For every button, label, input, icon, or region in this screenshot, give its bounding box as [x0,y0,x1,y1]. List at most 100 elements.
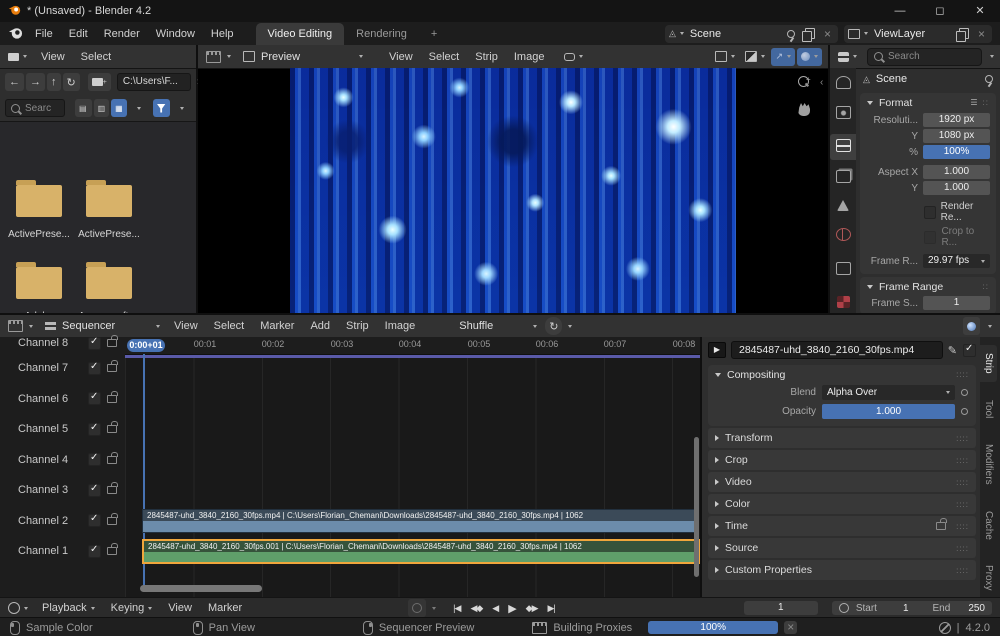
collection-tab[interactable] [830,244,856,278]
color-section[interactable]: Color:::: [708,494,976,514]
compositing-panel-header[interactable]: Compositing :::: [708,365,976,384]
unlock-icon[interactable] [107,364,117,372]
transform-section[interactable]: Transform:::: [708,428,976,448]
properties-search-input[interactable]: Search [867,48,982,66]
playhead-bubble[interactable]: 0:00+01 [127,339,165,352]
channel-visibility-checkbox[interactable] [88,453,101,466]
horizontal-scrollbar[interactable] [140,585,262,592]
frame-rate-dropdown[interactable]: 29.97 fps [923,254,990,268]
channel-visibility-checkbox[interactable] [88,337,101,350]
panel-grip-icon[interactable]: :::: [956,370,969,379]
timeline-menu-marker[interactable]: Marker [200,602,250,614]
unlock-icon[interactable] [107,395,117,403]
display-mode-dropdown[interactable] [741,48,769,66]
preview-editor-type-button[interactable] [202,48,235,66]
channel-visibility-checkbox[interactable] [88,362,101,375]
world-tab[interactable] [830,214,856,244]
frame-range-panel-header[interactable]: Frame Range :: [860,277,996,296]
timeline-editor-type-button[interactable] [4,599,32,617]
scene-selector[interactable]: ◬ Scene × [665,25,838,43]
tab-proxy[interactable]: Proxy [980,557,997,599]
pin-icon[interactable] [787,30,795,38]
frame-start-field[interactable]: 1 [923,296,990,310]
unlock-icon[interactable] [107,486,117,494]
copy-viewlayer-icon[interactable] [959,28,969,39]
sequencer-menu-add[interactable]: Add [302,320,338,332]
panel-grip-icon[interactable]: :::: [956,544,969,553]
jump-to-start-button[interactable]: |◀ [448,603,465,614]
tab-cache[interactable]: Cache [980,503,997,548]
current-frame-field[interactable]: 1 [744,601,818,615]
resolution-percent-slider[interactable]: 100% [923,145,990,159]
menu-help[interactable]: Help [203,28,242,40]
viewlayer-selector[interactable]: ViewLayer × [844,25,992,43]
panel-grip-icon[interactable]: :: [983,98,989,107]
workspace-tab-video-editing[interactable]: Video Editing [256,23,345,45]
workspace-tab-rendering[interactable]: Rendering [344,23,419,45]
render-tab[interactable] [830,92,856,122]
unlink-scene-icon[interactable]: × [821,27,834,41]
crop-region-checkbox[interactable] [924,231,936,244]
format-panel-header[interactable]: Format ☰ :: [860,93,996,112]
scene-properties-tab[interactable] [830,186,856,214]
end-value[interactable]: 250 [968,603,985,614]
preview-menu-select[interactable]: Select [421,51,468,63]
close-button[interactable]: ✕ [960,0,1000,22]
menu-render[interactable]: Render [96,28,148,40]
remove-viewlayer-icon[interactable]: × [975,27,988,41]
blend-dropdown[interactable]: Alpha Over [822,385,955,400]
folder-item[interactable]: ActivePrese... [4,163,74,240]
sequencer-menu-image[interactable]: Image [377,320,424,332]
strip-name-field[interactable]: 2845487-uhd_3840_2160_30fps.mp4 [731,341,943,359]
cancel-job-icon[interactable]: × [784,621,797,634]
file-search-input[interactable]: Searc [5,99,65,117]
play-reverse-button[interactable]: ◀ [487,603,503,614]
sync-playback-toggle[interactable]: ↻ [545,317,562,335]
folder-item[interactable]: Apowersoft ... [74,245,144,313]
tab-strip[interactable]: Strip [980,345,997,382]
playback-menu[interactable]: Playback [34,602,103,614]
file-browser-editor-type-button[interactable] [4,48,31,66]
render-region-checkbox[interactable] [924,206,936,219]
unlock-icon[interactable] [936,522,946,530]
previous-keyframe-button[interactable]: ◀◆ [465,603,487,614]
video-strip-selected[interactable]: 2845487-uhd_3840_2160_30fps.001 | C:\Use… [142,539,700,564]
panel-grip-icon[interactable]: :::: [956,478,969,487]
sequencer-menu-strip[interactable]: Strip [338,320,377,332]
maximize-button[interactable]: ◻ [920,0,960,22]
timeline-menu-view[interactable]: View [160,602,200,614]
video-section[interactable]: Video:::: [708,472,976,492]
strip-mute-checkbox[interactable] [963,344,976,357]
video-preview-frame[interactable] [290,68,736,313]
parent-directory-button[interactable]: ↑ [47,73,61,91]
aspect-y-field[interactable]: 1.000 [923,181,990,195]
filter-settings-dropdown[interactable] [172,99,188,117]
copy-scene-icon[interactable] [805,28,815,39]
keying-menu[interactable]: Keying [103,602,161,614]
menu-window[interactable]: Window [148,28,203,40]
output-tab-active[interactable] [830,134,856,160]
channel-visibility-checkbox[interactable] [88,545,101,558]
unlock-icon[interactable] [107,339,117,347]
file-browser-menu-select[interactable]: Select [73,51,120,63]
channel-visibility-checkbox[interactable] [88,514,101,527]
properties-editor-type-button[interactable] [834,48,861,66]
unlock-icon[interactable] [107,425,117,433]
forward-button[interactable]: → [26,73,45,91]
menu-file[interactable]: File [27,28,61,40]
menu-edit[interactable]: Edit [61,28,96,40]
start-value[interactable]: 1 [903,603,909,614]
display-settings-dropdown[interactable] [129,99,145,117]
panel-grip-icon[interactable]: :::: [956,566,969,575]
panel-grip-icon[interactable]: :: [983,282,989,291]
preview-menu-image[interactable]: Image [506,51,553,63]
sequencer-menu-view[interactable]: View [166,320,206,332]
timeline-ruler[interactable]: 00:01 00:02 00:03 00:04 00:05 00:06 00:0… [125,337,700,355]
custom-properties-section[interactable]: Custom Properties:::: [708,560,976,580]
file-browser-menu-view[interactable]: View [33,51,73,63]
animate-dot-icon[interactable] [961,408,968,415]
blender-menu-icon[interactable] [8,25,23,43]
display-channels-dropdown[interactable] [711,48,739,66]
preview-menu-strip[interactable]: Strip [467,51,506,63]
refresh-button[interactable]: ↻ [63,73,80,91]
